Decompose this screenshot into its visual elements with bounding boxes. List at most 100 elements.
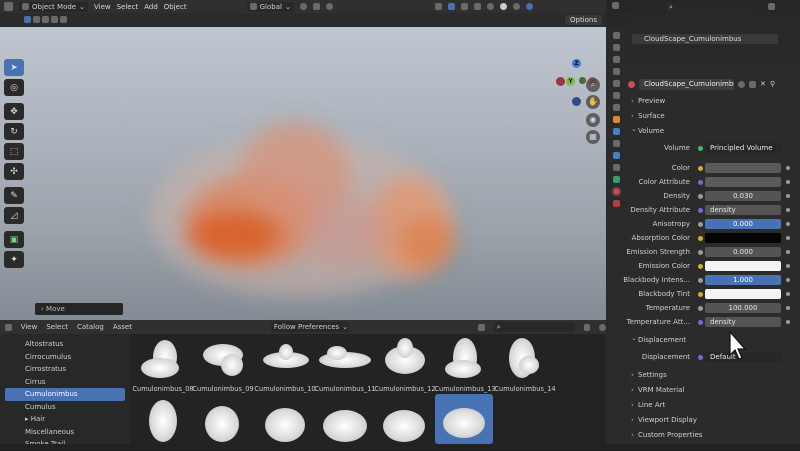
property-field[interactable]: 100.000 [705,303,781,313]
grid-view-icon[interactable]: ▦ [586,130,600,144]
property-field[interactable] [705,177,781,187]
world-tab-icon[interactable] [612,92,620,99]
gizmo-neg-x[interactable] [556,77,565,86]
catalog-item-selected[interactable]: Cumulonimbus [5,388,125,401]
keyframe-icon[interactable] [786,180,790,184]
menu-select[interactable]: Select [117,3,139,11]
constraints-tab-icon[interactable] [612,164,620,171]
menu-view[interactable]: View [94,3,111,11]
display-mode-icon[interactable] [478,323,485,331]
property-field[interactable]: density [705,205,781,215]
asset-thumbnail[interactable] [375,336,435,384]
asset-thumbnail[interactable] [255,396,315,444]
keyframe-icon[interactable] [786,306,790,310]
gizmo-y-axis[interactable]: Y [566,77,575,86]
property-field[interactable] [705,163,781,173]
section-surface[interactable]: Surface [630,110,796,123]
pivot-icon[interactable] [299,3,307,10]
section-preview[interactable]: Preview [630,95,796,108]
scene-tab-icon[interactable] [612,80,620,87]
select-new-icon[interactable] [24,16,31,23]
gizmo-neg-z[interactable] [572,97,581,106]
keyframe-icon[interactable] [786,166,790,170]
property-field[interactable] [705,233,781,243]
material-name-field[interactable]: CloudScape_Cumulonimbus [639,78,734,90]
menu-add[interactable]: Add [144,3,158,11]
asset-thumbnail[interactable] [255,336,315,384]
asset-browser-icon[interactable] [5,323,12,331]
section-custom-properties[interactable]: Custom Properties [630,429,796,442]
move-tool[interactable]: ✥ [4,103,24,120]
gizmo-z-axis[interactable]: Z [572,59,581,68]
asset-thumbnail[interactable] [435,336,495,384]
property-field[interactable]: 0.030 [705,191,781,201]
asset-thumbnail[interactable] [315,396,375,444]
asset-thumbnail-selected[interactable] [435,394,493,444]
particles-tab-icon[interactable] [612,140,620,147]
asset-thumbnail[interactable] [193,336,253,384]
last-operator-panel[interactable]: › Move [35,303,123,315]
select-subtract-icon[interactable] [42,16,49,23]
section-viewport-display[interactable]: Viewport Display [630,414,796,427]
asset-thumbnail[interactable] [495,336,555,384]
keyframe-icon[interactable] [786,278,790,282]
outliner-icon[interactable] [612,2,619,9]
keyframe-icon[interactable] [786,320,790,324]
select-invert-icon[interactable] [51,16,58,23]
rendered-shading-icon[interactable] [525,3,533,10]
render-tab-icon[interactable] [612,44,620,51]
select-box-tool[interactable]: ➤ [4,59,24,76]
property-field[interactable]: 1.000 [705,275,781,285]
pan-hand-icon[interactable]: ✋ [586,95,600,109]
catalog-item[interactable]: Cirrus [5,376,125,389]
section-displacement[interactable]: Displacement [630,332,796,347]
property-field[interactable] [705,261,781,271]
physics-tab-icon[interactable] [612,152,620,159]
asset-search-input[interactable]: ⌕ [493,322,575,332]
filter-icon[interactable] [768,3,775,10]
measure-tool[interactable]: ◿ [4,207,24,224]
tool-tab-icon[interactable] [612,32,620,39]
catalog-item[interactable]: Miscellaneous [5,426,125,439]
close-icon[interactable]: ✕ [760,80,766,88]
rotate-tool[interactable]: ↻ [4,123,24,140]
transform-tool[interactable]: ✣ [4,163,24,180]
section-line-art[interactable]: Line Art [630,399,796,412]
output-tab-icon[interactable] [612,56,620,63]
menu-view[interactable]: View [21,323,38,331]
property-field[interactable]: density [705,317,781,327]
catalog-item[interactable]: Altostratus [5,338,125,351]
collection-tab-icon[interactable] [612,104,620,111]
material-tab-icon[interactable] [612,188,620,195]
property-field[interactable]: 0.000 [705,219,781,229]
cursor-tool[interactable]: ◎ [4,79,24,96]
keyframe-icon[interactable] [786,222,790,226]
property-field[interactable]: 0.000 [705,247,781,257]
transform-orientation-dropdown[interactable]: Global ⌄ [246,1,294,12]
catalog-item[interactable]: Cirrocumulus [5,351,125,364]
snap-icon[interactable] [312,3,320,10]
section-settings[interactable]: Settings [630,369,796,382]
zoom-icon[interactable]: ⌕ [586,78,600,92]
texture-tab-icon[interactable] [612,200,620,207]
solid-shading-icon[interactable] [499,3,507,10]
menu-object[interactable]: Object [164,3,187,11]
property-field[interactable] [705,289,781,299]
gizmo-neg-y[interactable] [579,77,586,84]
scale-tool[interactable]: ⬚ [4,143,24,160]
asset-thumbnail[interactable] [193,396,253,444]
annotate-tool[interactable]: ✎ [4,187,24,204]
volume-shader-field[interactable]: Principled Volume [705,143,781,153]
keyframe-icon[interactable] [786,292,790,296]
add-cube-tool[interactable]: ▣ [4,231,24,248]
xray-icon[interactable] [473,3,481,10]
section-volume[interactable]: Volume [630,123,796,138]
extra-tool[interactable]: ✦ [4,251,24,268]
keyframe-icon[interactable] [786,264,790,268]
catalog-item[interactable]: ▸ Hair [5,413,125,426]
keyframe-icon[interactable] [786,236,790,240]
options-button[interactable]: Options [564,15,602,25]
catalog-item[interactable]: Cumulus [5,401,125,414]
mode-dropdown[interactable]: Object Mode ⌄ [19,1,88,12]
editor-type-icon[interactable] [4,2,13,11]
